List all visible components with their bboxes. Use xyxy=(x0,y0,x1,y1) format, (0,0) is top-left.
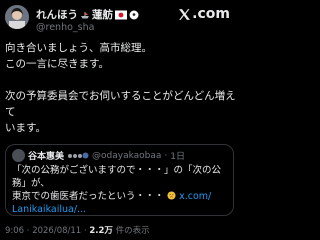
author-avatar[interactable] xyxy=(5,5,29,29)
quoted-link[interactable]: x.com/ xyxy=(179,191,211,202)
tweet-date[interactable]: 2026/08/11 xyxy=(32,226,81,236)
tweet-line: 向き合いましょう、高市総理。 xyxy=(5,42,152,54)
quoted-author-handle: @odayakaobaa xyxy=(92,150,162,161)
author-name-suffix: 蓮舫 xyxy=(92,9,113,21)
tweet-footer: 9:06 · 2026/08/11 · 2.2万 件の表示 xyxy=(5,224,150,236)
view-count-label: 件の表示 xyxy=(115,226,150,236)
boat-emoji-icon xyxy=(81,11,89,18)
quoted-line: 「次の公務がございますので・・・」の「次の公務」が、 xyxy=(12,165,222,189)
tweet-time[interactable]: 9:06 xyxy=(5,226,24,236)
view-count: 2.2万 xyxy=(89,226,113,236)
quoted-tweet-text: 「次の公務がございますので・・・」の「次の公務」が、 東京での歯医者だったという… xyxy=(12,164,230,216)
quoted-author-name: 谷本惠美 xyxy=(28,152,65,162)
tweet-text: 向き合いましょう、高市総理。 この一言に尽きます。 次の予算委員会でお伺いするこ… xyxy=(5,40,237,136)
quoted-line: 東京での歯医者だったという・・・ xyxy=(12,191,165,202)
x-logo-icon xyxy=(179,8,191,20)
quoted-link-continued[interactable]: Lanikaikailua/... xyxy=(12,204,86,215)
quoted-author-avatar xyxy=(12,149,25,162)
author-handle[interactable]: @renho_sha xyxy=(36,22,94,33)
x-com-logo: .com xyxy=(178,6,230,22)
thinking-face-emoji-icon xyxy=(167,191,176,200)
logo-text: .com xyxy=(192,6,230,22)
tweet-line: 次の予算委員会でお伺いすることがどんどん増えて xyxy=(5,90,236,118)
quoted-tweet-time: 1日 xyxy=(170,152,186,162)
japan-flag-icon xyxy=(115,10,127,19)
tweet-line: います。 xyxy=(5,122,46,134)
paw-emoji-icon xyxy=(68,152,89,159)
tweet-header: れんほう 蓮舫 @renho_sha .com xyxy=(0,0,240,38)
author-display-name[interactable]: れんほう 蓮舫 xyxy=(36,7,139,22)
author-name-text: れんほう xyxy=(36,9,78,21)
separator-dot: · xyxy=(164,150,168,161)
tweet-line: この一言に尽きます。 xyxy=(5,58,109,70)
quoted-tweet-card[interactable]: 谷本惠美 @odayakaobaa · 1日 「次の公務がございますので・・・」… xyxy=(5,144,234,216)
soccer-ball-icon xyxy=(129,10,139,19)
quoted-tweet-header: 谷本惠美 @odayakaobaa · 1日 xyxy=(12,149,185,162)
